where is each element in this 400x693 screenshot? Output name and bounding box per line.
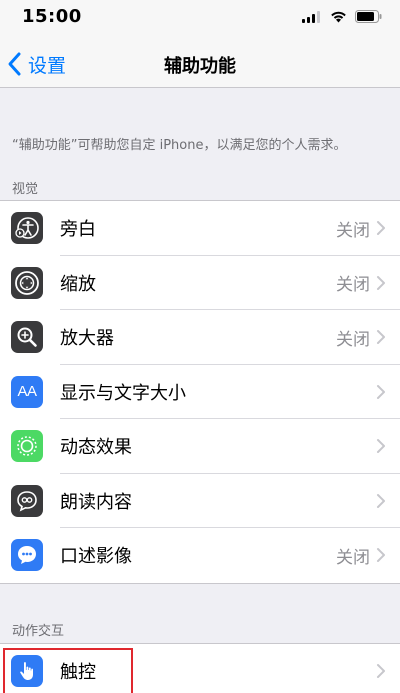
list-item-value: 关闭 <box>336 547 370 568</box>
motion-icon <box>11 430 43 463</box>
list-item-motion[interactable]: 动态效果 <box>0 419 400 474</box>
status-icons <box>302 10 382 23</box>
navigation-bar: 设置 辅助功能 <box>0 40 400 88</box>
vision-settings-group: 旁白 关闭 缩放 关闭 放大器 关闭 AA 显示与文字大小 动态效果 朗读内容 … <box>0 200 400 584</box>
chevron-right-icon <box>377 275 385 290</box>
status-time: 15:00 <box>22 6 82 27</box>
list-item-label: 口述影像 <box>60 546 132 568</box>
page-title: 辅助功能 <box>164 56 236 77</box>
chevron-right-icon <box>377 439 385 453</box>
text-size-icon-glyph: AA <box>17 383 37 401</box>
list-item-label: 触控 <box>60 662 96 684</box>
list-item-audio-descriptions[interactable]: 口述影像 关闭 <box>0 528 400 583</box>
chevron-right-icon <box>377 664 385 678</box>
section-header-vision: 视觉 <box>12 182 39 197</box>
list-item-voiceover[interactable]: 旁白 关闭 <box>0 201 400 256</box>
wifi-icon <box>331 11 346 23</box>
list-item-value: 关闭 <box>336 220 370 241</box>
list-item-label: 放大器 <box>60 328 114 350</box>
list-item-label: 缩放 <box>60 273 96 295</box>
list-item-label: 显示与文字大小 <box>60 382 186 404</box>
page-description: “辅助功能”可帮助您自定 iPhone，以满足您的个人需求。 <box>12 138 347 153</box>
text-size-icon: AA <box>11 375 43 408</box>
zoom-icon <box>11 266 43 299</box>
spoken-content-icon <box>11 484 43 517</box>
list-item-display-text-size[interactable]: AA 显示与文字大小 <box>0 365 400 420</box>
magnifier-icon <box>11 321 43 354</box>
chevron-right-icon <box>377 221 385 235</box>
chevron-right-icon <box>377 384 385 399</box>
list-item-value: 关闭 <box>336 275 370 296</box>
list-item-label: 旁白 <box>60 219 96 241</box>
list-item-zoom[interactable]: 缩放 关闭 <box>0 256 400 311</box>
list-item-magnifier[interactable]: 放大器 关闭 <box>0 310 400 365</box>
status-bar: 15:00 <box>0 0 400 40</box>
voiceover-icon <box>11 212 43 245</box>
chevron-right-icon <box>377 493 385 508</box>
list-item-value: 关闭 <box>336 329 370 350</box>
battery-icon <box>355 10 382 23</box>
list-item-touch[interactable]: 触控 <box>0 644 400 693</box>
cellular-signal-icon <box>302 10 320 23</box>
list-item-spoken-content[interactable]: 朗读内容 <box>0 474 400 529</box>
chevron-right-icon <box>377 548 385 562</box>
section-header-interaction: 动作交互 <box>12 624 65 639</box>
chevron-right-icon <box>377 330 385 344</box>
audio-description-icon <box>11 539 43 572</box>
interaction-settings-group: 触控 <box>0 643 400 693</box>
list-item-label: 朗读内容 <box>60 491 132 513</box>
touch-icon <box>11 655 43 688</box>
list-item-label: 动态效果 <box>60 437 132 459</box>
